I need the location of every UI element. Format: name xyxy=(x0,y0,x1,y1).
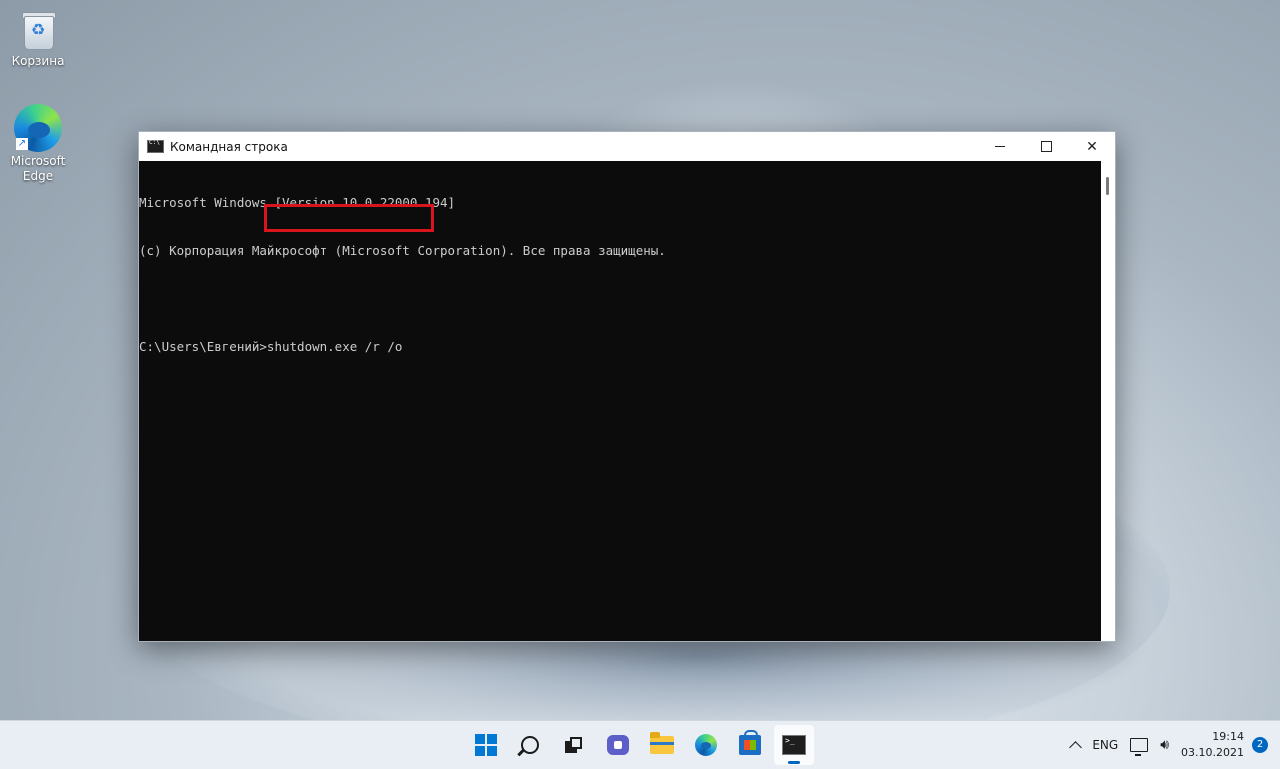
edge-icon: ↗ xyxy=(14,104,62,152)
maximize-button[interactable] xyxy=(1023,132,1069,161)
window-title: Командная строка xyxy=(170,139,288,154)
language-indicator[interactable]: ENG xyxy=(1092,738,1118,752)
terminal-icon xyxy=(782,735,806,755)
file-explorer-button[interactable] xyxy=(642,725,682,765)
cmd-icon xyxy=(147,139,164,153)
volume-icon[interactable]: 🔊︎ xyxy=(1160,737,1169,753)
console-command-line: C:\Users\Евгений>shutdown.exe /r /o xyxy=(139,339,403,354)
search-icon xyxy=(521,736,539,754)
terminal-button[interactable] xyxy=(774,725,814,765)
desktop-icon-label: Microsoft Edge xyxy=(10,154,66,183)
recycle-bin-icon: ♻ xyxy=(20,10,56,50)
console-line: (c) Корпорация Майкрософт (Microsoft Cor… xyxy=(139,243,666,258)
task-view-button[interactable] xyxy=(554,725,594,765)
minimize-icon xyxy=(995,146,1005,147)
desktop-icon-edge[interactable]: ↗ Microsoft Edge xyxy=(0,104,76,184)
show-hidden-icons-button[interactable] xyxy=(1069,739,1083,754)
chat-button[interactable] xyxy=(598,725,638,765)
store-button[interactable] xyxy=(730,725,770,765)
command-prompt-window[interactable]: Командная строка ✕ Microsoft Windows [Ve… xyxy=(138,131,1116,642)
start-icon xyxy=(475,734,497,756)
edge-button[interactable] xyxy=(686,725,726,765)
notification-badge[interactable]: 2 xyxy=(1252,737,1268,753)
console-output[interactable]: Microsoft Windows [Version 10.0.22000.19… xyxy=(139,161,1101,641)
network-button[interactable] xyxy=(1130,738,1149,756)
clock-time: 19:14 xyxy=(1212,730,1244,743)
search-button[interactable] xyxy=(510,725,550,765)
close-icon: ✕ xyxy=(1086,138,1098,155)
clock-date: 03.10.2021 xyxy=(1181,746,1244,759)
chevron-up-icon xyxy=(1069,740,1083,754)
vertical-scrollbar[interactable] xyxy=(1101,161,1115,641)
minimize-button[interactable] xyxy=(977,132,1023,161)
shortcut-arrow-icon: ↗ xyxy=(16,138,28,150)
scrollbar-thumb[interactable] xyxy=(1106,177,1109,195)
title-bar[interactable]: Командная строка ✕ xyxy=(139,132,1115,161)
taskbar: ENG 🔊︎ 19:14 03.10.2021 2 xyxy=(0,720,1280,769)
chat-icon xyxy=(607,735,629,755)
console-line: Microsoft Windows [Version 10.0.22000.19… xyxy=(139,195,456,210)
desktop-icon-label: Корзина xyxy=(11,54,65,68)
edge-icon xyxy=(695,734,717,756)
taskbar-apps xyxy=(464,721,816,769)
file-explorer-icon xyxy=(650,732,674,754)
network-icon xyxy=(1130,738,1149,756)
close-button[interactable]: ✕ xyxy=(1069,132,1115,161)
maximize-icon xyxy=(1040,141,1052,152)
desktop-icon-recycle-bin[interactable]: ♻ Корзина xyxy=(0,10,76,69)
task-view-icon xyxy=(565,737,583,753)
store-icon xyxy=(739,730,761,755)
system-tray: ENG 🔊︎ 19:14 03.10.2021 2 xyxy=(1065,721,1280,769)
clock[interactable]: 19:14 03.10.2021 xyxy=(1181,729,1244,761)
start-button[interactable] xyxy=(466,725,506,765)
